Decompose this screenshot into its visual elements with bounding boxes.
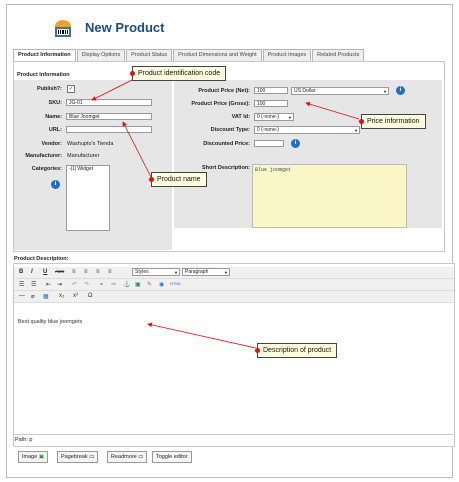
callout-product-id: Product identification code [130,66,227,81]
callout-price-info-text: Price information [367,118,420,125]
arrow-description [147,322,257,349]
callout-price-info: Price information [359,114,426,129]
callout-product-name: Product name [149,172,207,187]
arrow-product-name [122,121,152,178]
annotation-arrows [91,78,360,349]
callout-product-name-text: Product name [157,176,201,183]
callout-description: Description of product [255,343,338,358]
arrow-product-id [91,78,135,101]
arrow-price-info [305,101,360,120]
callout-product-id-text: Product identification code [138,70,221,77]
callout-description-text: Description of product [263,347,332,354]
